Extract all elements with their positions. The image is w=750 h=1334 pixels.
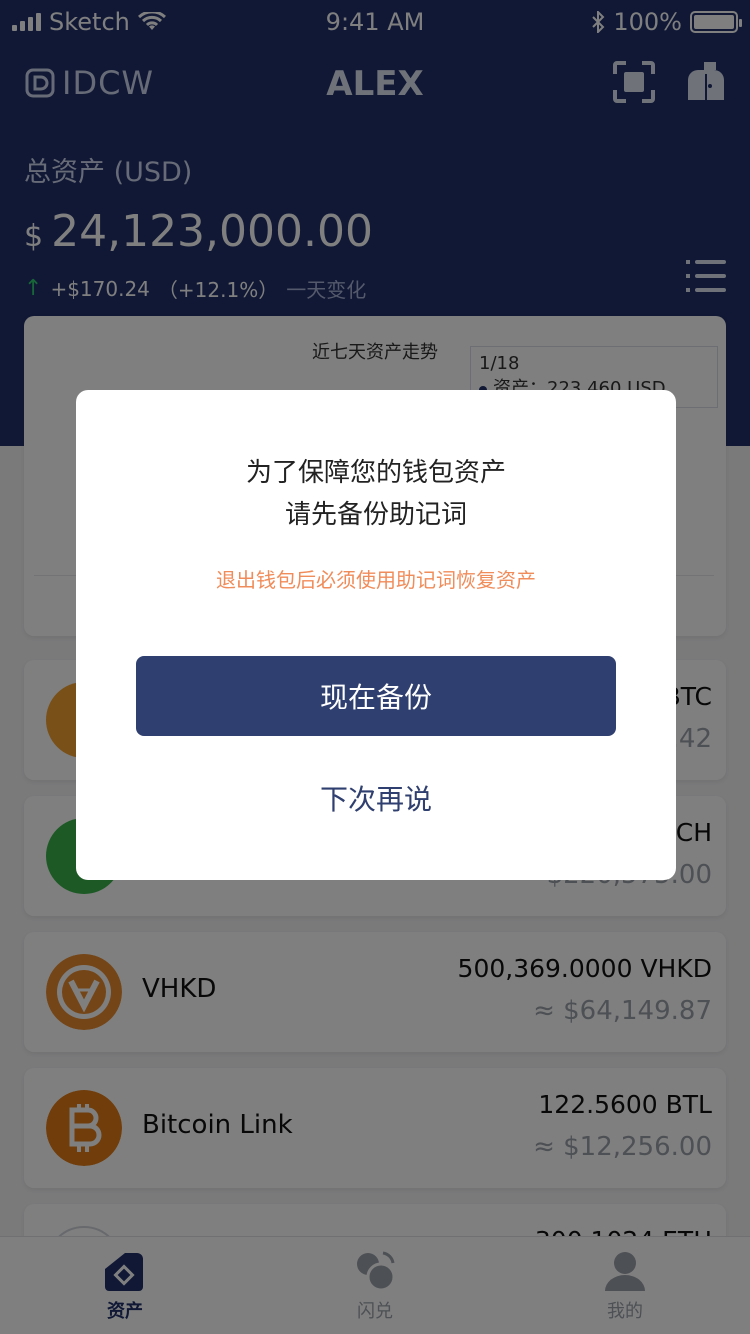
dialog-title-line1: 为了保障您的钱包资产: [245, 458, 506, 488]
dialog-title-line2: 请先备份助记词: [284, 500, 467, 530]
dialog-warning: 退出钱包后必须使用助记词恢复资产: [216, 568, 536, 592]
backup-reminder-dialog: 为了保障您的钱包资产 请先备份助记词 退出钱包后必须使用助记词恢复资产 现在备份…: [76, 390, 676, 880]
dialog-title: 为了保障您的钱包资产 请先备份助记词: [76, 452, 676, 536]
backup-now-button[interactable]: 现在备份: [136, 656, 616, 736]
later-button[interactable]: 下次再说: [76, 778, 676, 818]
